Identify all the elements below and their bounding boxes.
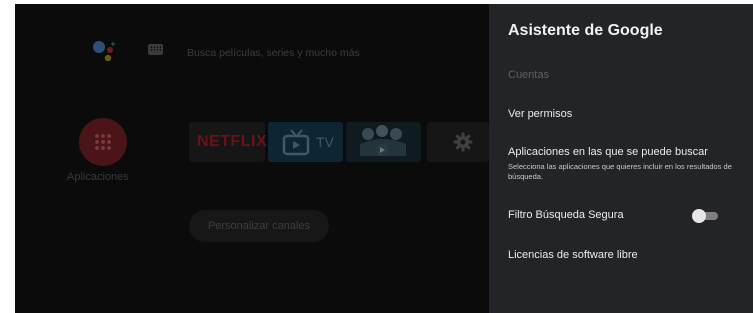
game-tile[interactable] [346,122,421,162]
menu-item-label: Licencias de software libre [508,249,638,261]
section-accounts-label: Cuentas [508,69,549,81]
netflix-logo-text: NETFLIX [197,133,268,150]
gear-icon [453,132,473,152]
apps-label: Aplicaciones [67,171,129,183]
toggle-knob [692,209,706,223]
home-screen-dimmed: Busca películas, series y mucho más Apli… [15,4,489,313]
apps-grid-icon[interactable] [79,118,127,166]
game-characters-icon [360,125,406,156]
settings-tile[interactable] [427,122,489,162]
menu-item-searchable-apps[interactable]: Aplicaciones en las que se puede buscar … [508,146,740,182]
netflix-tile[interactable]: NETFLIX [189,122,268,162]
menu-item-description: Selecciona las aplicaciones que quieres … [508,162,732,181]
menu-item-view-permissions[interactable]: Ver permisos [508,108,740,120]
customize-channels-button[interactable]: Personalizar canales [189,210,329,242]
tv-label: TV [316,134,334,150]
google-assistant-settings-panel: Asistente de Google Cuentas Ver permisos… [489,4,753,313]
google-assistant-icon[interactable] [91,38,117,64]
search-placeholder[interactable]: Busca películas, series y mucho más [187,47,360,59]
menu-item-label: Aplicaciones en las que se puede buscar [508,146,708,158]
tv-icon [282,129,310,156]
safe-search-toggle[interactable] [692,209,718,223]
panel-title: Asistente de Google [508,22,663,39]
menu-item-open-source-licenses[interactable]: Licencias de software libre [508,249,740,261]
tv-screen: Busca películas, series y mucho más Apli… [15,4,753,313]
menu-item-label: Ver permisos [508,108,573,120]
tv-tile[interactable]: TV [268,122,343,162]
keyboard-icon[interactable] [148,44,163,55]
